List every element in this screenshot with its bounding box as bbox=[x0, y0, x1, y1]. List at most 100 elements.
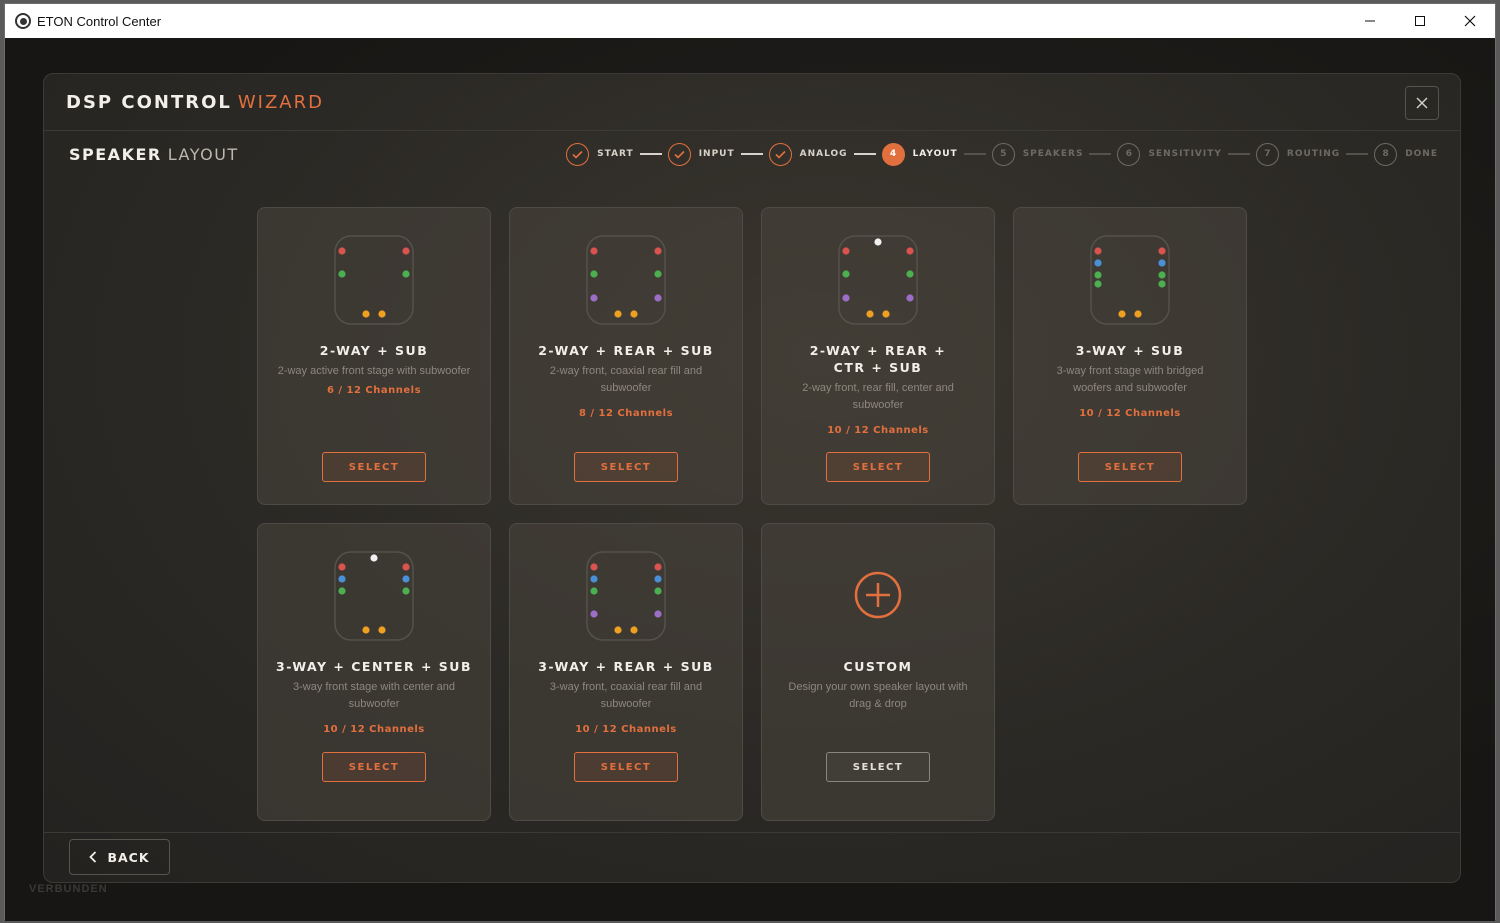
tweeter-dot bbox=[654, 563, 662, 571]
center-speaker-dot bbox=[874, 238, 882, 246]
step-connector bbox=[1227, 153, 1250, 155]
tweeter-dot bbox=[654, 247, 662, 255]
select-button[interactable]: SELECT bbox=[1078, 452, 1182, 482]
title-bar: ETON Control Center bbox=[5, 4, 1495, 38]
step-connector bbox=[740, 153, 763, 155]
tweeter-dot bbox=[590, 563, 598, 571]
dialog-footer: BACK bbox=[44, 832, 1460, 882]
layout-description: 2-way active front stage with subwoofer bbox=[277, 365, 471, 377]
step-number: 5 bbox=[991, 142, 1015, 166]
chevron-left-icon bbox=[89, 851, 97, 863]
woofer-dot bbox=[338, 587, 346, 595]
layout-title: 3-WAY + CENTER + SUB bbox=[276, 659, 472, 674]
layout-title: 3-WAY + REAR + SUB bbox=[538, 659, 714, 674]
car-speaker-diagram bbox=[334, 235, 414, 325]
step-number: 6 bbox=[1117, 142, 1141, 166]
layout-description: 3-way front stage with center and subwoo… bbox=[292, 681, 456, 710]
woofer-dot bbox=[1158, 280, 1166, 288]
car-speaker-diagram bbox=[586, 235, 666, 325]
layout-description: 2-way front, coaxial rear fill and subwo… bbox=[549, 365, 703, 394]
select-button[interactable]: SELECT bbox=[826, 752, 930, 782]
center-speaker-dot bbox=[370, 554, 378, 562]
close-icon bbox=[1464, 15, 1476, 27]
select-button[interactable]: SELECT bbox=[826, 452, 930, 482]
dialog-close-button[interactable] bbox=[1405, 86, 1439, 120]
subwoofer-dot bbox=[378, 626, 386, 634]
woofer-dot bbox=[402, 270, 410, 278]
woofer-dot bbox=[1158, 271, 1166, 279]
maximize-button[interactable] bbox=[1395, 4, 1445, 38]
tweeter-dot bbox=[1158, 247, 1166, 255]
layout-card[interactable]: 2-WAY + SUB 2-way active front stage with… bbox=[257, 207, 491, 505]
midrange-dot bbox=[1158, 259, 1166, 267]
step-label: INPUT bbox=[698, 149, 735, 159]
wizard-stepper: START INPUT ANALOG 4 LAYOUT 5 SPEAKERS 6 SENSITI… bbox=[566, 142, 1438, 166]
select-button[interactable]: SELECT bbox=[322, 752, 426, 782]
step-label: LAYOUT bbox=[912, 149, 958, 159]
car-speaker-diagram bbox=[334, 551, 414, 641]
woofer-dot bbox=[338, 270, 346, 278]
select-button[interactable]: SELECT bbox=[574, 752, 678, 782]
layout-card[interactable]: 2-WAY + REAR + CTR + SUB 2-way front, rea… bbox=[761, 207, 995, 505]
channel-count: 10 / 12 Channels bbox=[1079, 408, 1181, 419]
step-layout: 4 LAYOUT bbox=[881, 142, 958, 166]
layout-description: Design your own speaker layout with drag… bbox=[788, 681, 968, 710]
step-sensitivity: 6 SENSITIVITY bbox=[1117, 142, 1221, 166]
select-button[interactable]: SELECT bbox=[574, 452, 678, 482]
car-outline bbox=[334, 551, 414, 641]
woofer-dot bbox=[1094, 280, 1102, 288]
close-window-button[interactable] bbox=[1445, 4, 1495, 38]
step-start: START bbox=[566, 142, 634, 166]
page-title-sub: LAYOUT bbox=[167, 144, 239, 164]
close-icon bbox=[1416, 97, 1428, 109]
layout-card[interactable]: CUSTOM Design your own speaker layout wit… bbox=[761, 523, 995, 821]
app-window: ETON Control Center VERBUNDEN DSP CONTRO… bbox=[4, 3, 1496, 921]
subwoofer-dot bbox=[614, 626, 622, 634]
step-routing: 7 ROUTING bbox=[1255, 142, 1340, 166]
subwoofer-dot bbox=[882, 310, 890, 318]
car-outline bbox=[586, 551, 666, 641]
rear-dot bbox=[590, 294, 598, 302]
layout-title: 3-WAY + SUB bbox=[1075, 343, 1185, 358]
back-button[interactable]: BACK bbox=[69, 839, 170, 875]
channel-count: 10 / 12 Channels bbox=[323, 724, 425, 735]
car-outline bbox=[838, 235, 918, 325]
minimize-button[interactable] bbox=[1345, 4, 1395, 38]
rear-dot bbox=[654, 294, 662, 302]
step-speakers: 5 SPEAKERS bbox=[991, 142, 1084, 166]
tweeter-dot bbox=[590, 247, 598, 255]
subwoofer-dot bbox=[614, 310, 622, 318]
rear-dot bbox=[842, 294, 850, 302]
rear-dot bbox=[906, 294, 914, 302]
layout-title: 2-WAY + REAR + SUB bbox=[538, 343, 714, 358]
select-button[interactable]: SELECT bbox=[322, 452, 426, 482]
layout-title: 2-WAY + REAR + CTR + SUB bbox=[809, 343, 947, 375]
layout-title: 2-WAY + SUB bbox=[319, 343, 429, 358]
car-speaker-diagram bbox=[1090, 235, 1170, 325]
step-number: 4 bbox=[881, 142, 905, 166]
layout-card[interactable]: 2-WAY + REAR + SUB 2-way front, coaxial r… bbox=[509, 207, 743, 505]
tweeter-dot bbox=[842, 247, 850, 255]
woofer-dot bbox=[842, 270, 850, 278]
woofer-dot bbox=[654, 587, 662, 595]
step-number: 8 bbox=[1374, 142, 1398, 166]
car-outline bbox=[334, 235, 414, 325]
car-outline bbox=[1090, 235, 1170, 325]
subwoofer-dot bbox=[1118, 310, 1126, 318]
step-connector bbox=[1089, 153, 1112, 155]
step-connector bbox=[853, 153, 876, 155]
check-icon bbox=[566, 142, 590, 166]
subwoofer-dot bbox=[362, 626, 370, 634]
check-icon bbox=[667, 142, 691, 166]
layout-card[interactable]: 3-WAY + SUB 3-way front stage with bridge… bbox=[1013, 207, 1247, 505]
page-title-main: SPEAKER bbox=[69, 144, 162, 164]
tweeter-dot bbox=[402, 247, 410, 255]
midrange-dot bbox=[338, 575, 346, 583]
layout-card[interactable]: 3-WAY + REAR + SUB 3-way front, coaxial r… bbox=[509, 523, 743, 821]
tweeter-dot bbox=[338, 247, 346, 255]
step-label: SPEAKERS bbox=[1022, 149, 1084, 159]
layout-title: CUSTOM bbox=[843, 659, 913, 674]
layout-card[interactable]: 3-WAY + CENTER + SUB 3-way front stage wi… bbox=[257, 523, 491, 821]
channel-count: 6 / 12 Channels bbox=[326, 385, 422, 396]
step-input: INPUT bbox=[667, 142, 735, 166]
